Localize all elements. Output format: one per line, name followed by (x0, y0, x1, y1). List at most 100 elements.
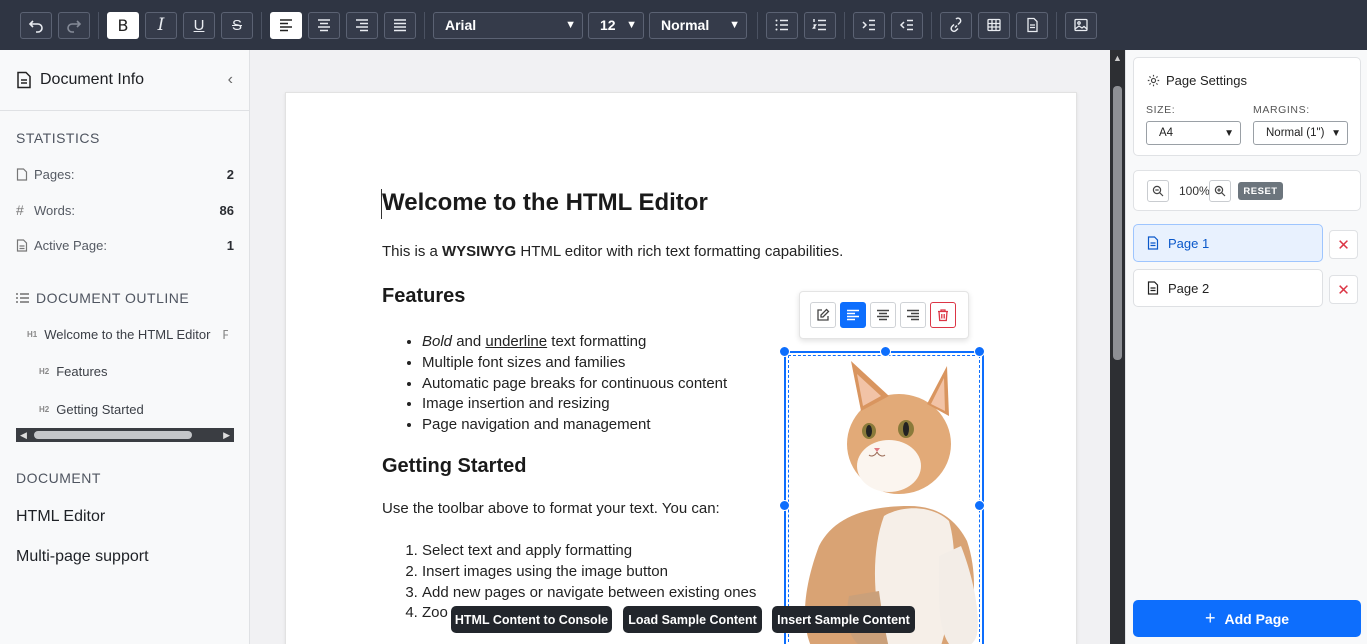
zoom-reset-button[interactable]: RESET (1238, 182, 1283, 200)
doc-heading-1[interactable]: Welcome to the HTML Editor (382, 189, 708, 217)
heading-level-icon: H1 (27, 330, 38, 339)
redo-button[interactable] (58, 11, 90, 39)
align-right-button[interactable] (346, 11, 378, 39)
toolbar-divider (424, 11, 425, 39)
bold-icon: B (117, 15, 129, 35)
toolbar-divider (261, 11, 262, 39)
strikethrough-button[interactable]: S (221, 11, 253, 39)
list-item: Image insertion and resizing (422, 394, 727, 415)
zoom-out-button[interactable] (1147, 180, 1169, 202)
features-list[interactable]: Bold and underline text formatting Multi… (422, 332, 727, 436)
bold-button[interactable]: B (107, 11, 139, 39)
toolbar-divider (1056, 11, 1057, 39)
outline-item-features[interactable]: H2 Features (39, 364, 108, 379)
image-edit-button[interactable] (810, 302, 836, 328)
underline-button[interactable]: U (183, 11, 215, 39)
align-left-button[interactable] (270, 11, 302, 39)
insert-image-button[interactable] (1065, 11, 1097, 39)
table-button[interactable] (978, 11, 1010, 39)
doc-heading-features[interactable]: Features (382, 285, 465, 308)
resize-handle-w[interactable] (779, 500, 790, 511)
align-left-icon (280, 19, 292, 32)
scroll-right-icon[interactable]: ▶ (223, 430, 230, 441)
intro-text: This is a (382, 243, 443, 260)
editor-toolbar: B I U S Arial ▼ 12 ▼ Normal ▼ (0, 0, 1367, 50)
resize-handle-n[interactable] (880, 346, 891, 357)
link-button[interactable] (940, 11, 972, 39)
align-center-icon (318, 19, 330, 32)
scroll-left-icon[interactable]: ◀ (20, 430, 27, 441)
font-family-select[interactable]: Arial ▼ (433, 11, 583, 39)
underlined-text: underline (485, 333, 548, 350)
collapse-chevron-icon[interactable]: ‹ (228, 71, 233, 89)
toolbar-divider (757, 11, 758, 39)
justify-button[interactable] (384, 11, 416, 39)
intro-bold-text: WYSIWYG (442, 243, 517, 260)
outline-item-getting-started[interactable]: H2 Getting Started (39, 402, 144, 417)
html-to-console-button[interactable]: HTML Content to Console (451, 606, 612, 633)
resize-handle-e[interactable] (974, 500, 985, 511)
delete-page-1-button[interactable]: ✕ (1329, 230, 1358, 259)
list-item: Select text and apply formatting (422, 541, 756, 562)
margins-label: MARGINS: (1253, 104, 1310, 116)
indent-button[interactable] (853, 11, 885, 39)
selected-image[interactable] (779, 346, 985, 644)
scroll-up-icon[interactable]: ▲ (1113, 53, 1122, 63)
document-item-multipage[interactable]: Multi-page support (16, 548, 149, 566)
margins-value: Normal (1") (1266, 127, 1325, 139)
outline-heading-row: DOCUMENT OUTLINE (16, 290, 189, 306)
page-settings-sidebar: Page Settings SIZE: MARGINS: A4 ▼ Normal… (1125, 50, 1367, 644)
list-item: Multiple font sizes and families (422, 353, 727, 374)
image-delete-button[interactable] (930, 302, 956, 328)
outline-item-suffix: P (222, 327, 229, 342)
align-center-icon (877, 309, 889, 321)
chevron-down-icon: ▼ (1331, 127, 1341, 139)
list-item: Add new pages or navigate between existi… (422, 583, 756, 604)
doc-intro-paragraph[interactable]: This is a WYSIWYG HTML editor with rich … (382, 243, 843, 260)
heading-level-icon: H2 (39, 405, 50, 414)
image-align-left-button[interactable] (840, 302, 866, 328)
image-align-right-button[interactable] (900, 302, 926, 328)
edit-icon (817, 308, 830, 321)
insert-sample-button[interactable]: Insert Sample Content (772, 606, 915, 633)
redo-icon (67, 20, 82, 33)
heading-level-icon: H2 (39, 367, 50, 376)
image-align-center-button[interactable] (870, 302, 896, 328)
page-size-select[interactable]: A4 ▼ (1146, 121, 1241, 145)
numbered-list-button[interactable] (804, 11, 836, 39)
editor-vertical-scrollbar[interactable]: ▲ (1110, 50, 1125, 644)
page-break-button[interactable] (1016, 11, 1048, 39)
page-icon (1147, 281, 1159, 295)
outline-item-label: Welcome to the HTML Editor (44, 327, 211, 342)
block-style-select[interactable]: Normal ▼ (649, 11, 747, 39)
scrollbar-thumb[interactable] (34, 431, 192, 439)
doc-heading-getting-started[interactable]: Getting Started (382, 455, 526, 478)
resize-handle-ne[interactable] (974, 346, 985, 357)
load-sample-button[interactable]: Load Sample Content (623, 606, 762, 633)
bullet-list-button[interactable] (766, 11, 798, 39)
zoom-in-button[interactable] (1209, 180, 1231, 202)
delete-page-2-button[interactable]: ✕ (1329, 275, 1358, 304)
outline-item-welcome[interactable]: H1 Welcome to the HTML Editor P (27, 327, 228, 342)
chevron-down-icon: ▼ (729, 19, 740, 31)
margins-select[interactable]: Normal (1") ▼ (1253, 121, 1348, 145)
bullet-list-icon (775, 19, 788, 31)
chevron-down-icon: ▼ (1224, 127, 1234, 139)
scrollbar-thumb[interactable] (1113, 86, 1122, 360)
italic-button[interactable]: I (145, 11, 177, 39)
undo-button[interactable] (20, 11, 52, 39)
add-page-button[interactable]: + Add Page (1133, 600, 1361, 637)
page-list-item-1[interactable]: Page 1 (1133, 224, 1323, 262)
chevron-down-icon: ▼ (626, 19, 637, 31)
align-center-button[interactable] (308, 11, 340, 39)
list-text: text formatting (547, 333, 647, 350)
outline-horizontal-scrollbar[interactable]: ◀ ▶ (16, 428, 234, 442)
font-size-select[interactable]: 12 ▼ (588, 11, 644, 39)
outdent-button[interactable] (891, 11, 923, 39)
page-icon (16, 239, 28, 252)
undo-icon (28, 20, 43, 33)
document-item-html-editor[interactable]: HTML Editor (16, 508, 105, 526)
resize-handle-nw[interactable] (779, 346, 790, 357)
getting-started-paragraph[interactable]: Use the toolbar above to format your tex… (382, 500, 720, 517)
page-list-item-2[interactable]: Page 2 (1133, 269, 1323, 307)
